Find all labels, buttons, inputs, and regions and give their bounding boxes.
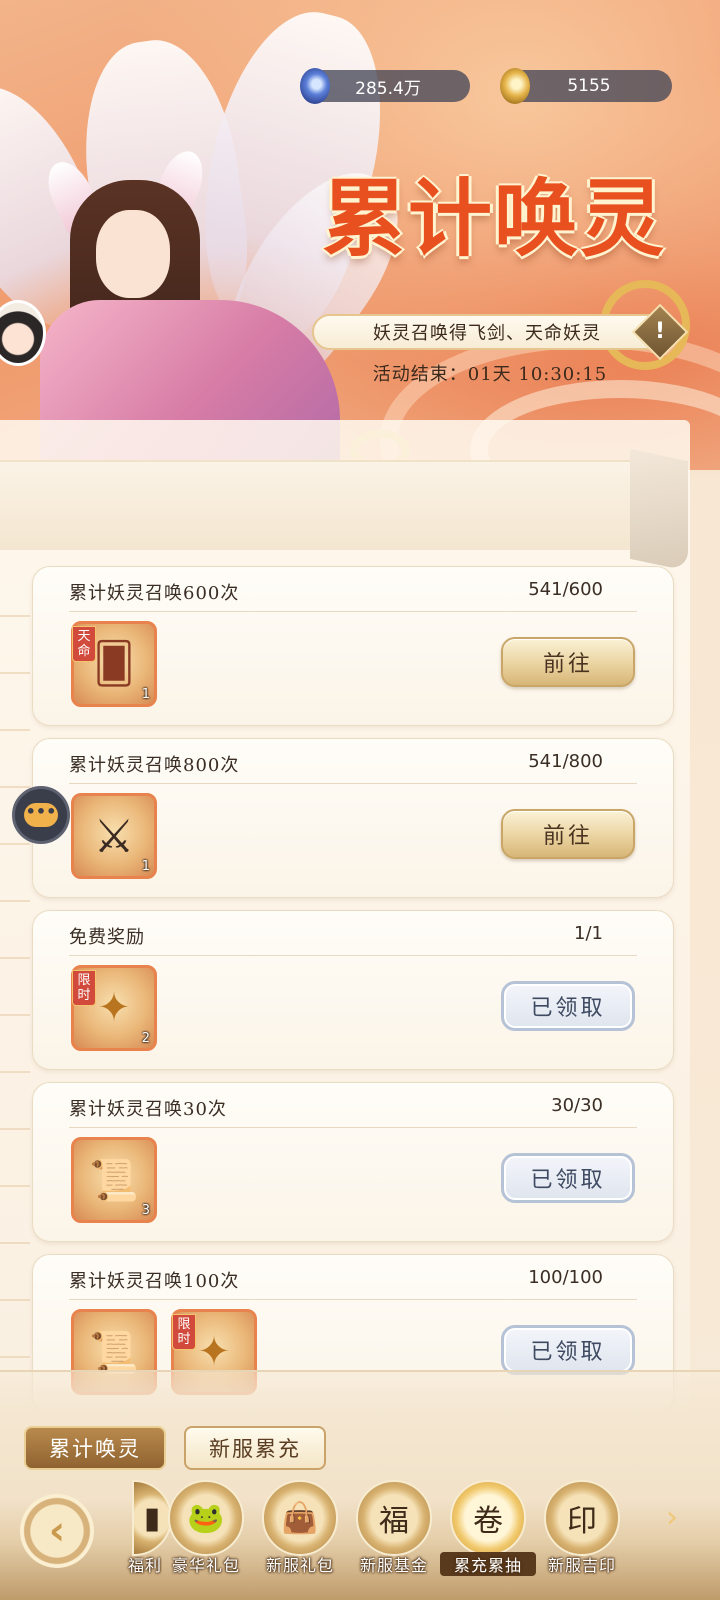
- nav-item-new-server-pack[interactable]: 👜 新服礼包: [258, 1480, 342, 1590]
- task-card: 累计妖灵召唤800次 541/800 ⚔ 1 前往: [32, 738, 674, 898]
- scroll-lines: [0, 560, 30, 1360]
- coin-amount: 5155: [567, 76, 611, 96]
- reward-tag: 限时: [172, 1314, 196, 1350]
- task-title: 累计妖灵召唤30次: [69, 1099, 227, 1120]
- recharge-draw-icon: 卷: [450, 1480, 526, 1556]
- event-title: 累计唤灵: [321, 169, 666, 268]
- gold-coin-icon: [500, 68, 530, 104]
- reward-item[interactable]: ✦ 限时 2: [71, 965, 157, 1051]
- reward-count: 1: [141, 859, 150, 874]
- claimed-button[interactable]: 已领取: [501, 1153, 635, 1203]
- go-button[interactable]: 前往: [501, 809, 635, 859]
- fund-icon: 福: [356, 1480, 432, 1556]
- reward-item[interactable]: 🂠 天命 1: [71, 621, 157, 707]
- task-title: 累计妖灵召唤100次: [69, 1271, 240, 1292]
- chat-icon: •••: [24, 803, 58, 827]
- reward-count: 2: [141, 1031, 150, 1046]
- nav-label: 豪华礼包: [171, 1556, 240, 1575]
- reward-count: 3: [141, 1203, 150, 1218]
- nav-label: 新服吉印: [547, 1556, 616, 1575]
- coin-currency[interactable]: 5155: [500, 68, 672, 104]
- event-subtitle: 妖灵召唤得飞剑、天命妖灵: [312, 314, 662, 350]
- task-card: 累计妖灵召唤600次 541/600 🂠 天命 1 前往: [32, 566, 674, 726]
- next-arrow-icon[interactable]: ›: [666, 1500, 696, 1540]
- nav-label: 新服礼包: [265, 1556, 334, 1575]
- end-time: 01天 10:30:15: [467, 364, 608, 385]
- reward-item[interactable]: ⚔ 1: [71, 793, 157, 879]
- task-progress: 541/800: [528, 751, 603, 772]
- scroll-curl: [630, 448, 688, 572]
- back-button[interactable]: ‹: [20, 1494, 94, 1568]
- task-progress: 541/600: [528, 579, 603, 600]
- new-server-pack-icon: 👜: [262, 1480, 338, 1556]
- nav-item-luxury-pack[interactable]: 🐸 豪华礼包: [164, 1480, 248, 1590]
- seal-icon: 印: [544, 1480, 620, 1556]
- divider: [69, 783, 637, 784]
- reward-item[interactable]: 📜 3: [71, 1137, 157, 1223]
- task-progress: 30/30: [551, 1095, 603, 1116]
- reward-tag: 限时: [72, 970, 96, 1006]
- divider: [69, 1127, 637, 1128]
- divider: [69, 611, 637, 612]
- nav-item-fund[interactable]: 福 新服基金: [352, 1480, 436, 1590]
- chat-button[interactable]: •••: [12, 786, 70, 844]
- nav-label: 累充累抽: [440, 1552, 536, 1576]
- nav-item-seal[interactable]: 印 新服吉印: [540, 1480, 624, 1590]
- nav-label: 新服基金: [359, 1556, 428, 1575]
- task-card: 免费奖励 1/1 ✦ 限时 2 已领取: [32, 910, 674, 1070]
- gem-amount: 285.4万: [355, 78, 421, 99]
- luxury-pack-icon: 🐸: [168, 1480, 244, 1556]
- task-progress: 100/100: [528, 1267, 603, 1288]
- scroll-top-edge: [0, 460, 640, 550]
- go-button[interactable]: 前往: [501, 637, 635, 687]
- claimed-button[interactable]: 已领取: [501, 981, 635, 1031]
- back-arrow-icon: ‹: [48, 1508, 66, 1554]
- tab-cumulative-summon[interactable]: 累计唤灵: [24, 1426, 166, 1470]
- end-label: 活动结束：: [372, 364, 468, 385]
- spirit-gem-icon: [300, 68, 330, 104]
- divider: [69, 1299, 637, 1300]
- divider: [69, 955, 637, 956]
- event-end-timer: 活动结束：01天 10:30:15: [340, 360, 640, 386]
- reward-count: 1: [141, 687, 150, 702]
- task-title: 累计妖灵召唤800次: [69, 755, 240, 776]
- character-face: [96, 210, 170, 298]
- nav-label: 福利: [127, 1556, 162, 1575]
- gem-currency[interactable]: 285.4万: [300, 68, 470, 104]
- task-progress: 1/1: [574, 923, 603, 944]
- tab-new-server-recharge[interactable]: 新服累充: [184, 1426, 326, 1470]
- task-title: 累计妖灵召唤600次: [69, 583, 240, 604]
- reward-tag: 天命: [72, 626, 96, 662]
- claimed-button[interactable]: 已领取: [501, 1325, 635, 1375]
- task-title: 免费奖励: [69, 927, 145, 948]
- nav-item-recharge-draw[interactable]: 卷 累充累抽: [440, 1480, 536, 1590]
- task-card: 累计妖灵召唤30次 30/30 📜 3 已领取: [32, 1082, 674, 1242]
